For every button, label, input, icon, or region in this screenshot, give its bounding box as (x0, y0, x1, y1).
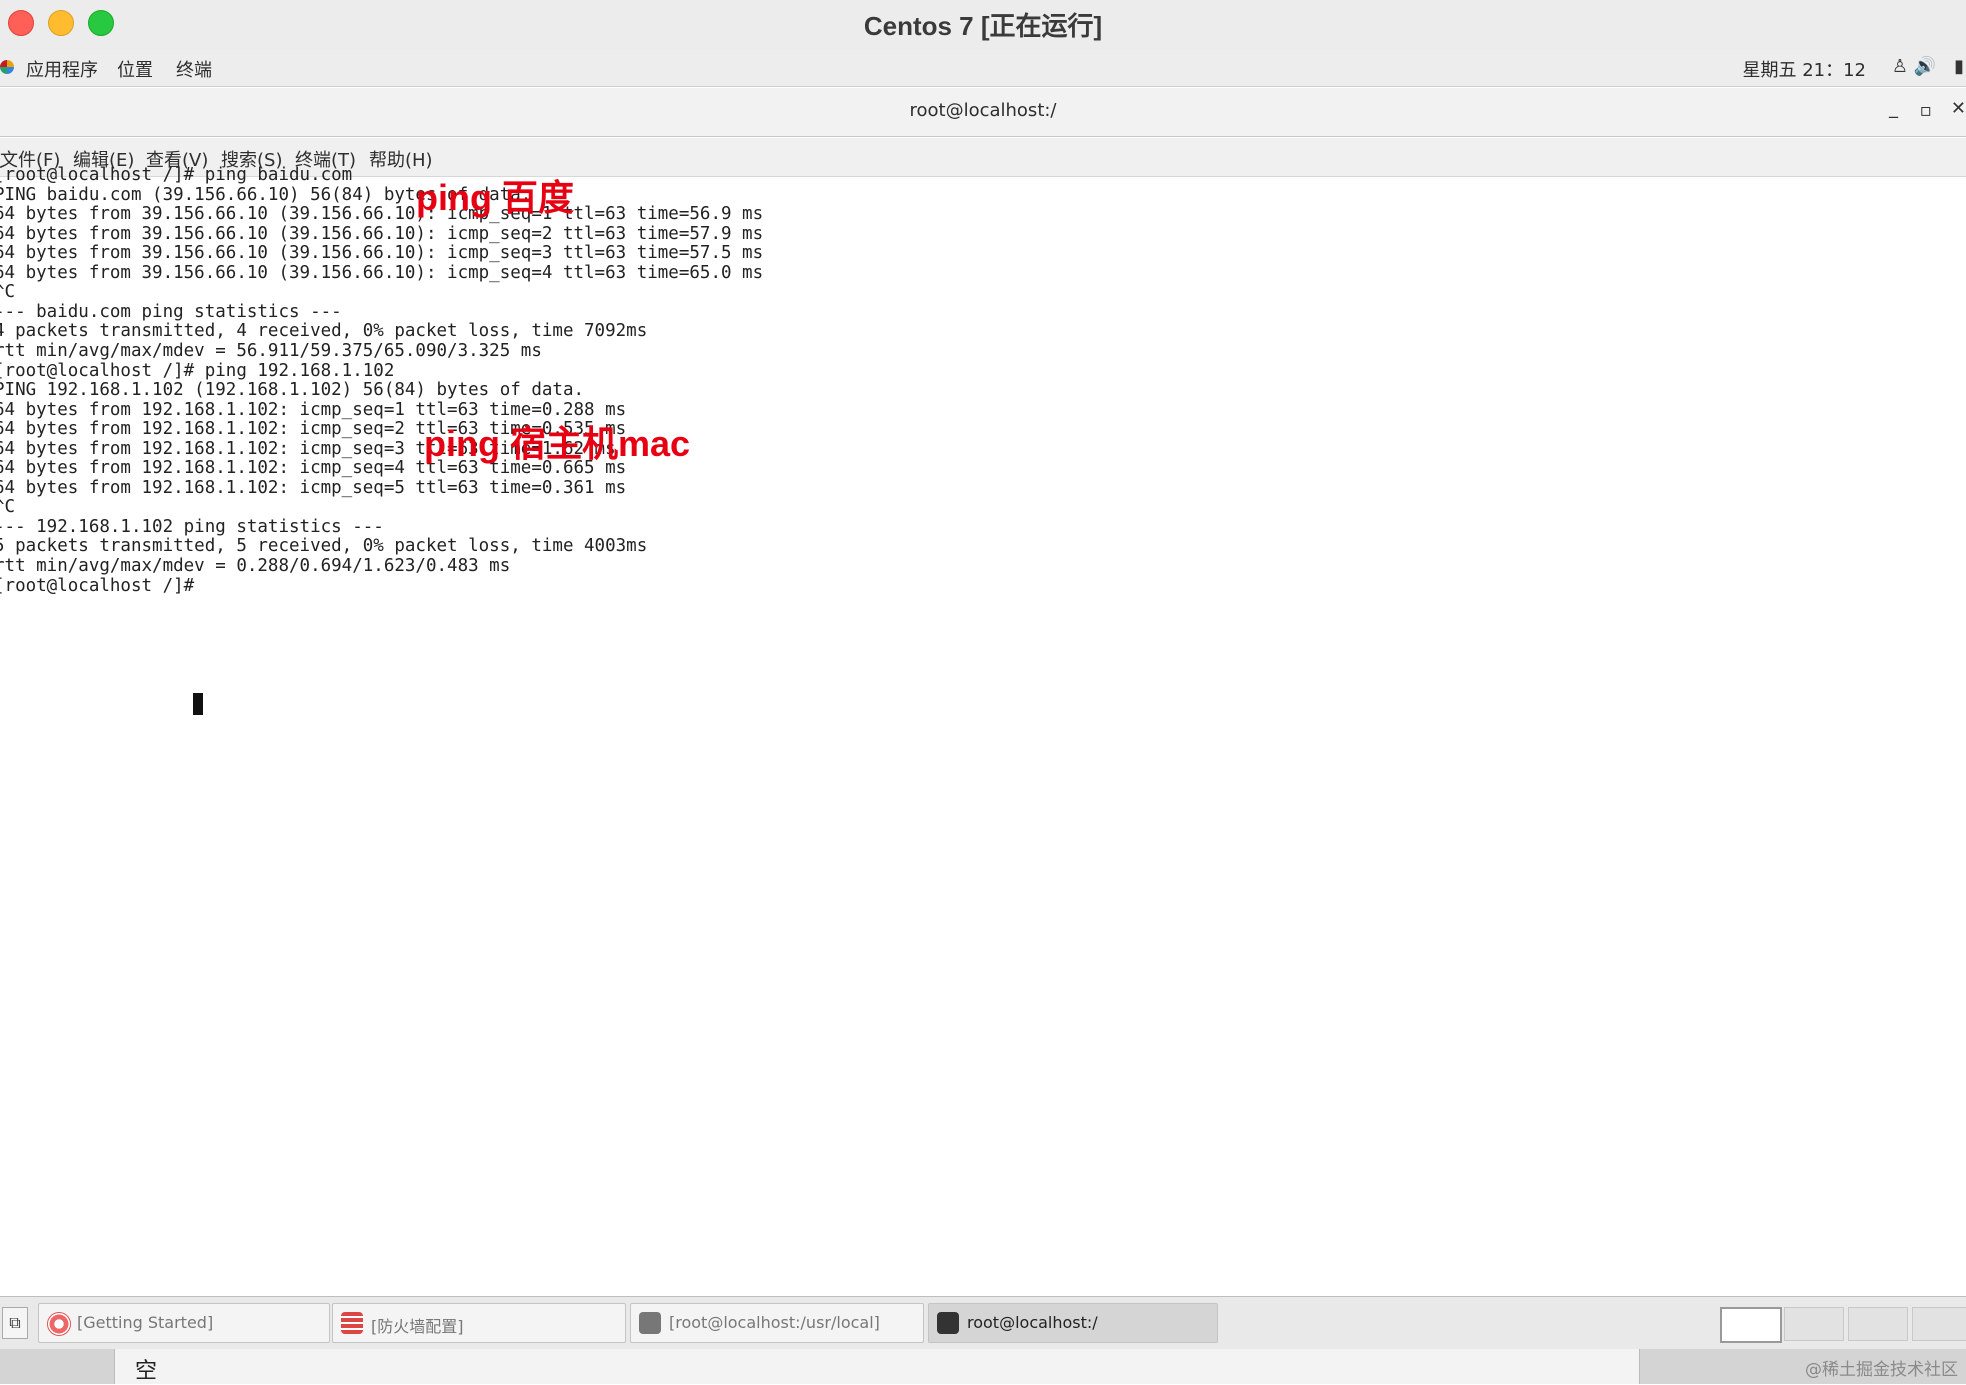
applications-icon[interactable] (0, 60, 14, 74)
workspace-4[interactable] (1912, 1307, 1966, 1341)
menu-applications[interactable]: 应用程序 (26, 56, 98, 82)
annotation-ping-mac: ping 宿主机mac (424, 423, 691, 464)
show-desktop-icon[interactable]: ⧉ (2, 1307, 28, 1339)
workspace-3[interactable] (1848, 1307, 1908, 1341)
task-label: [防火墙配置] (371, 1317, 464, 1336)
workspace-1[interactable] (1720, 1307, 1782, 1343)
vm-window-titlebar: Centos 7 [正在运行] (0, 0, 1966, 51)
terminal-cursor (193, 693, 203, 715)
clock[interactable]: 星期五 21：12 (1742, 56, 1866, 82)
task-terminal-root[interactable]: root@localhost:/ (928, 1303, 1218, 1343)
terminal-line: 64 bytes from 39.156.66.10 (39.156.66.10… (0, 262, 764, 283)
terminal-titlebar: root@localhost:/ _ ▫ ✕ (0, 88, 1966, 137)
taskbar: ⧉ [Getting Started] [防火墙配置] [root@localh… (0, 1296, 1966, 1349)
firewall-icon (341, 1312, 363, 1334)
terminal-title: root@localhost:/ (909, 100, 1057, 121)
task-label: root@localhost:/ (967, 1313, 1098, 1332)
close-icon[interactable]: ✕ (1951, 98, 1966, 119)
watermark: @稀土掘金技术社区 (1805, 1360, 1958, 1380)
task-firewall-config[interactable]: [防火墙配置] (332, 1303, 626, 1343)
workspace-2[interactable] (1784, 1307, 1844, 1341)
task-getting-started[interactable]: [Getting Started] (38, 1303, 330, 1343)
terminal-output[interactable]: [root@localhost /]# ping baidu.com PING b… (0, 165, 1966, 1295)
network-icon[interactable]: ♙ (1892, 56, 1908, 77)
task-label: [Getting Started] (77, 1313, 214, 1332)
terminal-line: 64 bytes from 192.168.1.102: icmp_seq=5 … (0, 477, 627, 498)
volume-icon[interactable]: 🔊 (1914, 56, 1936, 77)
host-panel-text: 空 (135, 1359, 158, 1384)
terminal-line: [root@localhost /]# (0, 575, 205, 596)
terminal-icon (937, 1312, 959, 1334)
terminal-icon (639, 1312, 661, 1334)
menu-places[interactable]: 位置 (117, 56, 153, 82)
help-icon (47, 1312, 71, 1336)
vm-window-title: Centos 7 [正在运行] (863, 11, 1103, 41)
gnome-top-panel: 应用程序 位置 终端 星期五 21：12 ♙ 🔊 ▮ (0, 50, 1966, 87)
host-bottom-strip: 空 @稀土掘金技术社区 (0, 1349, 1966, 1384)
maximize-icon[interactable]: ▫ (1920, 100, 1932, 121)
annotation-ping-baidu: ping 百度 (416, 177, 574, 218)
minimize-icon[interactable]: _ (1889, 98, 1898, 119)
power-icon[interactable]: ▮ (1954, 56, 1964, 77)
task-label: [root@localhost:/usr/local] (669, 1313, 880, 1332)
host-panel: 空 (114, 1349, 1640, 1384)
menu-terminal[interactable]: 终端 (176, 56, 212, 82)
task-terminal-usr-local[interactable]: [root@localhost:/usr/local] (630, 1303, 924, 1343)
